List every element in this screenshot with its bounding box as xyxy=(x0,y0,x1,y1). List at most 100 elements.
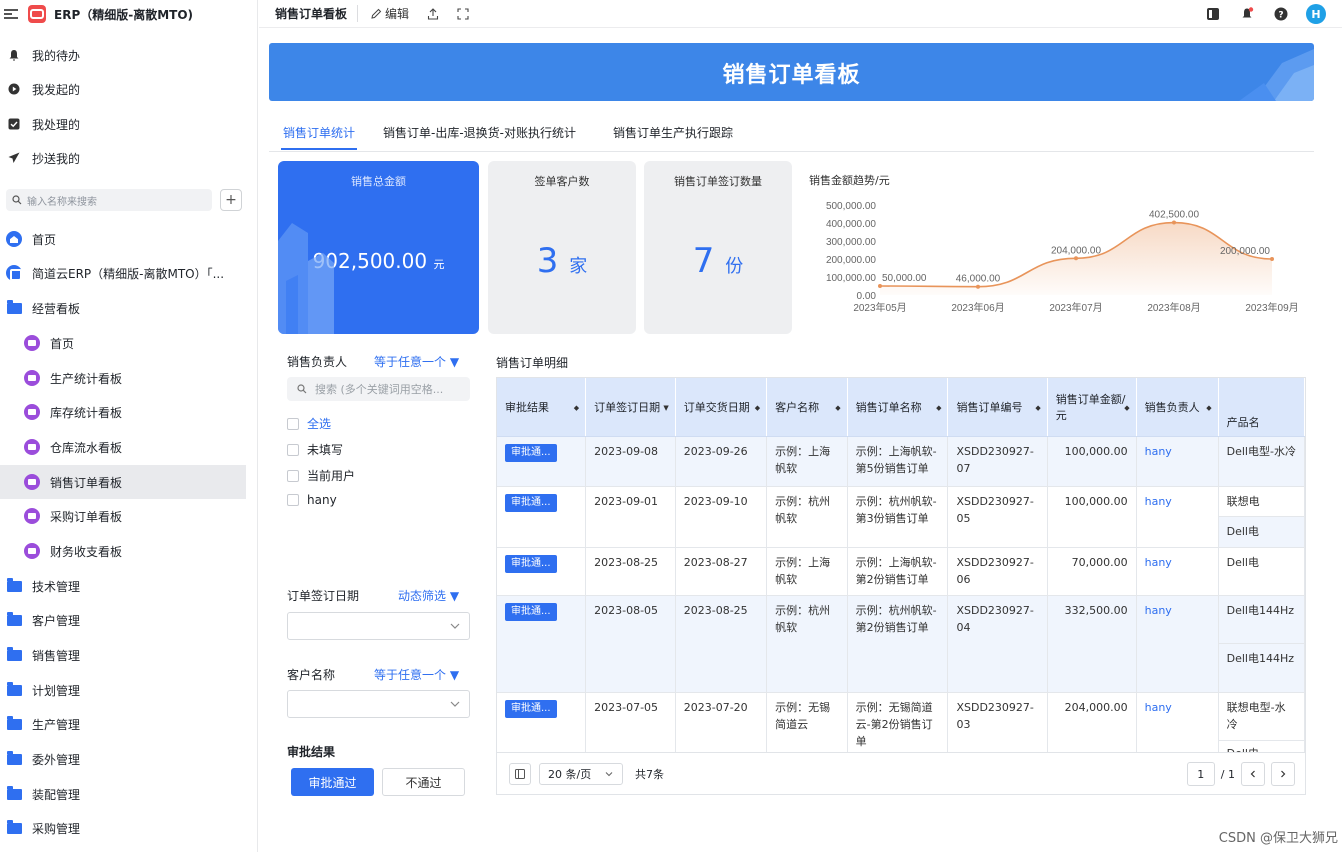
sort-icon[interactable]: ◆ xyxy=(1124,404,1129,412)
column-header-order-name[interactable]: 销售订单名称 ◆ xyxy=(847,378,949,437)
status-badge[interactable]: 审批通... xyxy=(505,554,557,573)
filter-customer-select[interactable] xyxy=(287,690,470,718)
sidebar-item-production-board[interactable]: 生产统计看板 xyxy=(0,361,246,395)
cell-owner[interactable]: hany xyxy=(1136,692,1219,752)
sidebar-item-tech[interactable]: 技术管理 xyxy=(0,569,246,603)
edit-button[interactable]: 编辑 xyxy=(370,5,409,22)
tab-production-tracking[interactable]: 销售订单生产执行跟踪 xyxy=(613,124,733,141)
column-header-order-code[interactable]: 销售订单编号 ◆ xyxy=(947,378,1048,437)
filter-option-current-user[interactable]: 当前用户 xyxy=(287,467,355,484)
sidebar-item-business-board[interactable]: 经营看板 xyxy=(0,291,246,325)
checkbox[interactable] xyxy=(287,469,299,482)
share-button[interactable] xyxy=(427,7,439,20)
sort-icon[interactable]: ◆ xyxy=(835,404,840,412)
add-button[interactable]: + xyxy=(220,189,242,211)
notification-bell-icon[interactable] xyxy=(1238,5,1256,23)
status-badge[interactable]: 审批通... xyxy=(505,443,557,462)
sidebar-item-finance-board[interactable]: 财务收支看板 xyxy=(0,534,246,568)
sidebar-item-plan[interactable]: 计划管理 xyxy=(0,673,246,707)
sidebar-item-assembly[interactable]: 装配管理 xyxy=(0,777,246,811)
folder-icon xyxy=(6,577,22,592)
checkbox[interactable] xyxy=(287,494,299,506)
sort-icon[interactable]: ▼ xyxy=(663,404,668,412)
cell-owner[interactable]: hany xyxy=(1136,436,1219,487)
tab-outbound-reconcile[interactable]: 销售订单-出库-退换货-对账执行统计 xyxy=(383,124,576,141)
approval-pass-button[interactable]: 审批通过 xyxy=(291,768,374,796)
sidebar-item-cc[interactable]: 抄送我的 xyxy=(0,141,246,175)
column-header-product[interactable]: 产品名 xyxy=(1218,378,1305,437)
table-row[interactable]: 审批通... 2023-09-01 2023-09-10 示例：杭州帆软 示例：… xyxy=(497,486,1305,548)
status-badge[interactable]: 审批通... xyxy=(505,699,557,718)
sidebar-item-warehouse-board[interactable]: 仓库流水看板 xyxy=(0,430,246,464)
sidebar-item-purchase-board[interactable]: 采购订单看板 xyxy=(0,499,246,533)
sidebar-toggle-icon[interactable] xyxy=(1204,5,1222,23)
fullscreen-button[interactable] xyxy=(457,7,469,20)
filter-owner-mode-dropdown[interactable]: 等于任意一个 ▼ xyxy=(374,353,459,370)
checkbox[interactable] xyxy=(287,443,299,456)
sort-icon[interactable]: ◆ xyxy=(936,404,941,412)
cell-owner[interactable]: hany xyxy=(1136,486,1219,548)
sidebar-item-todo[interactable]: 我的待办 xyxy=(0,38,246,72)
user-avatar[interactable]: H xyxy=(1306,4,1326,24)
top-bar: 销售订单看板 编辑 ? H xyxy=(259,0,1342,28)
sidebar-item-purchase[interactable]: 采购管理 xyxy=(0,811,246,845)
column-header-sign-date[interactable]: 订单签订日期 ▼ xyxy=(585,378,676,437)
filter-owner-search-placeholder: 搜索 (多个关键词用空格... xyxy=(315,383,444,396)
cell-order-code: XSDD230927-07 xyxy=(947,436,1048,487)
filter-owner-search-input[interactable]: 搜索 (多个关键词用空格... xyxy=(287,377,470,401)
sort-icon[interactable]: ◆ xyxy=(1035,404,1040,412)
menu-icon[interactable] xyxy=(4,9,18,19)
tab-sales-stats[interactable]: 销售订单统计 xyxy=(283,124,355,141)
sidebar-item-customer[interactable]: 客户管理 xyxy=(0,603,246,637)
filter-sign-date-mode-dropdown[interactable]: 动态筛选 ▼ xyxy=(398,587,459,604)
sidebar-item-inventory-board[interactable]: 库存统计看板 xyxy=(0,395,246,429)
chevron-left-icon xyxy=(1250,770,1255,778)
column-header-customer[interactable]: 客户名称 ◆ xyxy=(766,378,848,437)
table-row[interactable]: 审批通... 2023-08-25 2023-08-27 示例：上海帆软 示例：… xyxy=(497,547,1305,596)
cell-amount: 70,000.00 xyxy=(1047,547,1137,596)
table-header-row: 审批结果 ◆ 订单签订日期 ▼ 订单交货日期 ◆ 客户名称 ◆ 销售订单名称 ◆ 销售订单… xyxy=(497,378,1305,437)
table-row[interactable]: 审批通... 2023-08-05 2023-08-25 示例：杭州帆软 示例：… xyxy=(497,595,1305,693)
column-header-approval[interactable]: 审批结果 ◆ xyxy=(497,378,587,437)
filter-option-unfilled[interactable]: 未填写 xyxy=(287,441,343,458)
table-row[interactable]: 审批通... 2023-09-08 2023-09-26 示例：上海帆软 示例：… xyxy=(497,436,1305,487)
sidebar-search-input[interactable]: 输入名称来搜索 xyxy=(6,189,212,211)
filter-option-select-all[interactable]: 全选 xyxy=(287,415,331,432)
cell-order-name: 示例：杭州帆软-第3份销售订单 xyxy=(847,486,949,548)
status-badge[interactable]: 审批通... xyxy=(505,493,557,512)
filter-sign-date-select[interactable] xyxy=(287,612,470,640)
filter-customer-mode-dropdown[interactable]: 等于任意一个 ▼ xyxy=(374,666,459,683)
approval-fail-button[interactable]: 不通过 xyxy=(382,768,465,796)
sort-icon[interactable]: ◆ xyxy=(755,404,760,412)
help-icon[interactable]: ? xyxy=(1272,5,1290,23)
sidebar-item-label: 计划管理 xyxy=(32,683,81,698)
sidebar-item-sales-board[interactable]: 销售订单看板 xyxy=(0,465,246,499)
column-header-owner[interactable]: 销售负责人 ◆ xyxy=(1136,378,1219,437)
page-size-select[interactable]: 20 条/页 xyxy=(539,762,623,785)
next-page-button[interactable] xyxy=(1271,762,1295,786)
sidebar-item-outsource[interactable]: 委外管理 xyxy=(0,742,246,776)
column-header-deliver-date[interactable]: 订单交货日期 ◆ xyxy=(675,378,768,437)
sort-icon[interactable]: ◆ xyxy=(574,404,579,412)
table-row[interactable]: 审批通... 2023-07-05 2023-07-20 示例：无锡简道云 示例… xyxy=(497,692,1305,752)
sort-icon[interactable]: ◆ xyxy=(1206,404,1211,412)
prev-page-button[interactable] xyxy=(1241,762,1265,786)
sidebar-item-home[interactable]: 首页 xyxy=(0,222,246,256)
play-circle-icon xyxy=(6,81,22,97)
sidebar-item-handled[interactable]: 我处理的 xyxy=(0,107,246,141)
sidebar-item-production[interactable]: 生产管理 xyxy=(0,707,246,741)
sidebar-item-sales[interactable]: 销售管理 xyxy=(0,638,246,672)
status-badge[interactable]: 审批通... xyxy=(505,602,557,621)
page-number-input[interactable]: 1 xyxy=(1186,762,1215,786)
column-settings-icon[interactable] xyxy=(509,762,531,785)
filter-option-label: 当前用户 xyxy=(307,469,356,483)
sidebar-item-board-home[interactable]: 首页 xyxy=(0,326,246,360)
sidebar-item-initiated[interactable]: 我发起的 xyxy=(0,72,246,106)
cell-owner[interactable]: hany xyxy=(1136,547,1219,596)
edit-label: 编辑 xyxy=(385,7,410,21)
column-header-amount[interactable]: 销售订单金额/元 ◆ xyxy=(1047,378,1137,437)
sidebar-item-erp-app[interactable]: 简道云ERP（精细版-离散MTO）「... xyxy=(0,256,246,290)
cell-owner[interactable]: hany xyxy=(1136,595,1219,693)
checkbox[interactable] xyxy=(287,417,299,430)
filter-option-hany[interactable]: hany xyxy=(287,493,337,507)
